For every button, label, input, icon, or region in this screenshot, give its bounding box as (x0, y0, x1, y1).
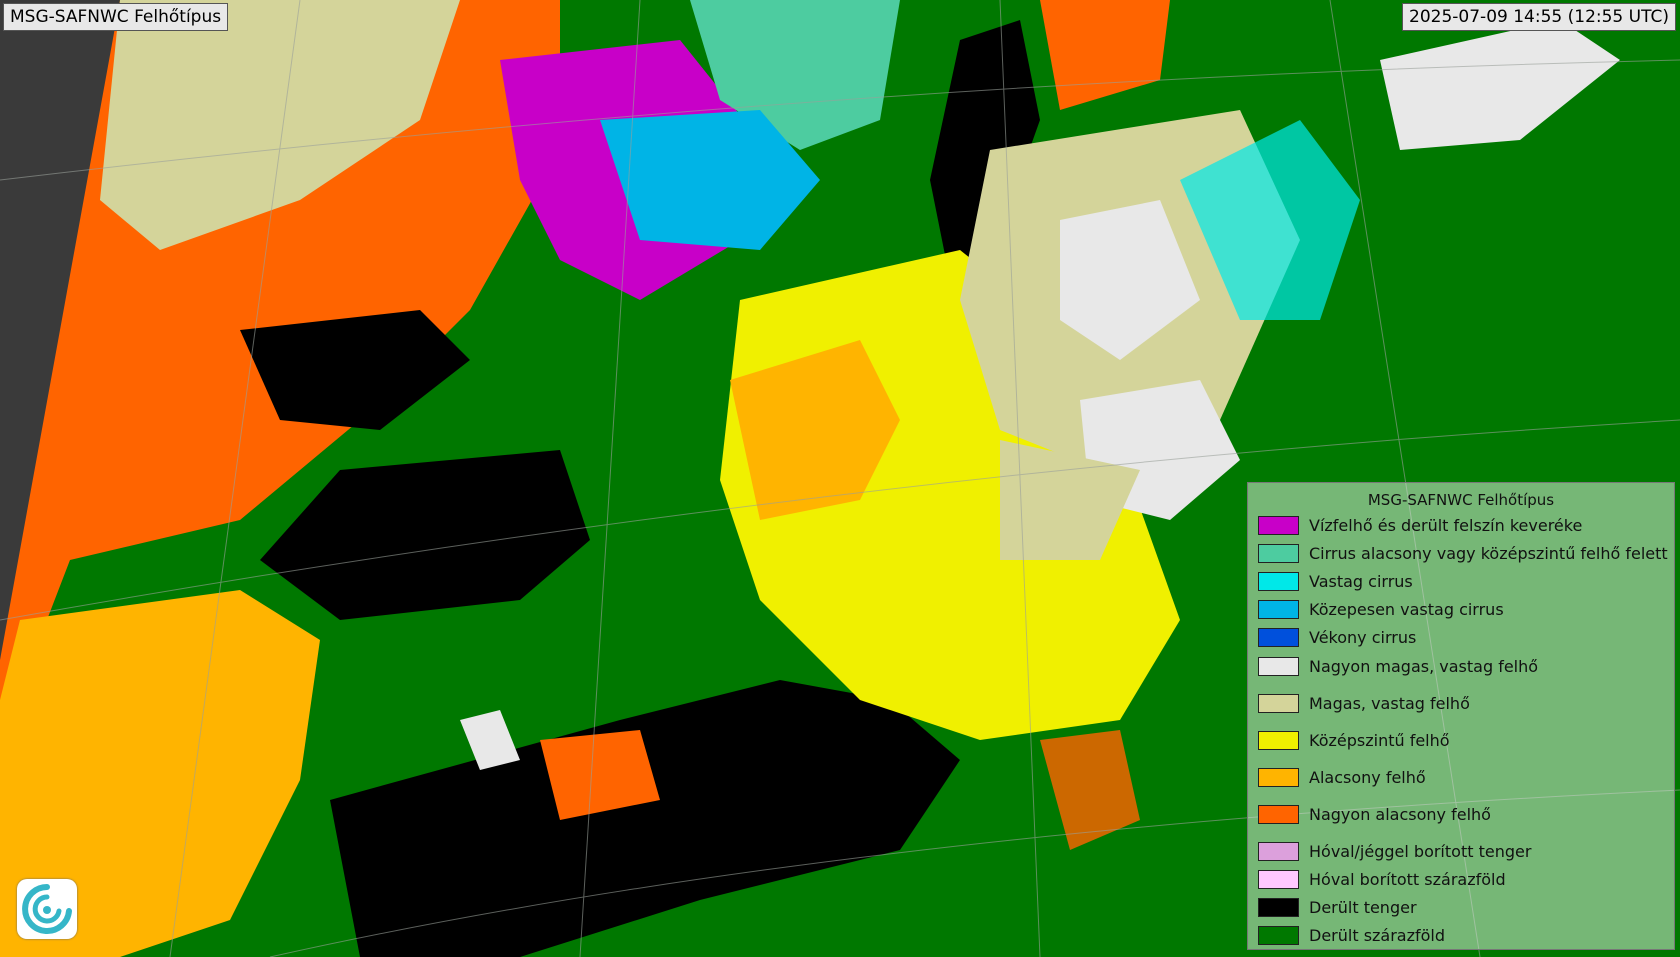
legend-item: Vékony cirrus (1258, 626, 1416, 648)
legend-item: Hóval/jéggel borított tenger (1258, 840, 1531, 862)
legend-label: Középszintű felhő (1309, 730, 1450, 750)
legend-label: Nagyon alacsony felhő (1309, 804, 1491, 824)
map-title: MSG-SAFNWC Felhőtípus (3, 3, 229, 31)
legend-item: Alacsony felhő (1258, 766, 1426, 788)
map-viewer[interactable]: MSG-SAFNWC Felhőtípus 2025-07-09 14:55 (… (0, 0, 1680, 957)
legend-swatch (1258, 571, 1299, 591)
legend-item: Magas, vastag felhő (1258, 692, 1470, 714)
legend-item: Középszintű felhő (1258, 729, 1450, 751)
legend-label: Magas, vastag felhő (1309, 693, 1470, 713)
legend-item: Derült tenger (1258, 896, 1417, 918)
legend-swatch (1258, 925, 1299, 945)
legend-label: Nagyon magas, vastag felhő (1309, 656, 1539, 676)
legend-swatch (1258, 897, 1299, 917)
legend-label: Alacsony felhő (1309, 767, 1426, 787)
legend-item: Hóval borított szárazföld (1258, 868, 1506, 890)
legend-label: Vastag cirrus (1309, 571, 1413, 591)
legend-item: Nagyon alacsony felhő (1258, 803, 1491, 825)
legend-label: Cirrus alacsony vagy középszintű felhő f… (1309, 543, 1668, 563)
logo[interactable] (17, 879, 77, 939)
map-timestamp: 2025-07-09 14:55 (12:55 UTC) (1402, 3, 1676, 31)
legend-label: Derült szárazföld (1309, 925, 1446, 945)
legend-swatch (1258, 693, 1299, 713)
legend-label: Közepesen vastag cirrus (1309, 599, 1504, 619)
legend-item: Vízfelhő és derült felszín keveréke (1258, 514, 1582, 536)
legend-swatch (1258, 767, 1299, 787)
legend-label: Hóval borított szárazföld (1309, 869, 1506, 889)
legend-item: Derült szárazföld (1258, 924, 1445, 946)
legend-item: Vastag cirrus (1258, 570, 1413, 592)
cloud-type-legend: MSG-SAFNWC Felhőtípus Vízfelhő és derült… (1247, 482, 1675, 950)
legend-label: Vékony cirrus (1309, 627, 1417, 647)
legend-swatch (1258, 627, 1299, 647)
legend-swatch (1258, 515, 1299, 535)
legend-swatch (1258, 869, 1299, 889)
legend-title: MSG-SAFNWC Felhőtípus (1367, 491, 1555, 509)
legend-label: Hóval/jéggel borított tenger (1309, 841, 1532, 861)
legend-swatch (1258, 730, 1299, 750)
legend-item: Cirrus alacsony vagy középszintű felhő f… (1258, 542, 1668, 564)
legend-swatch (1258, 841, 1299, 861)
legend-swatch (1258, 543, 1299, 563)
legend-label: Vízfelhő és derült felszín keveréke (1309, 515, 1583, 535)
legend-swatch (1258, 656, 1299, 676)
cloud-swirl-logo-icon (22, 884, 72, 934)
legend-item: Közepesen vastag cirrus (1258, 598, 1504, 620)
legend-swatch (1258, 599, 1299, 619)
legend-item: Nagyon magas, vastag felhő (1258, 655, 1538, 677)
legend-label: Derült tenger (1309, 897, 1417, 917)
legend-swatch (1258, 804, 1299, 824)
